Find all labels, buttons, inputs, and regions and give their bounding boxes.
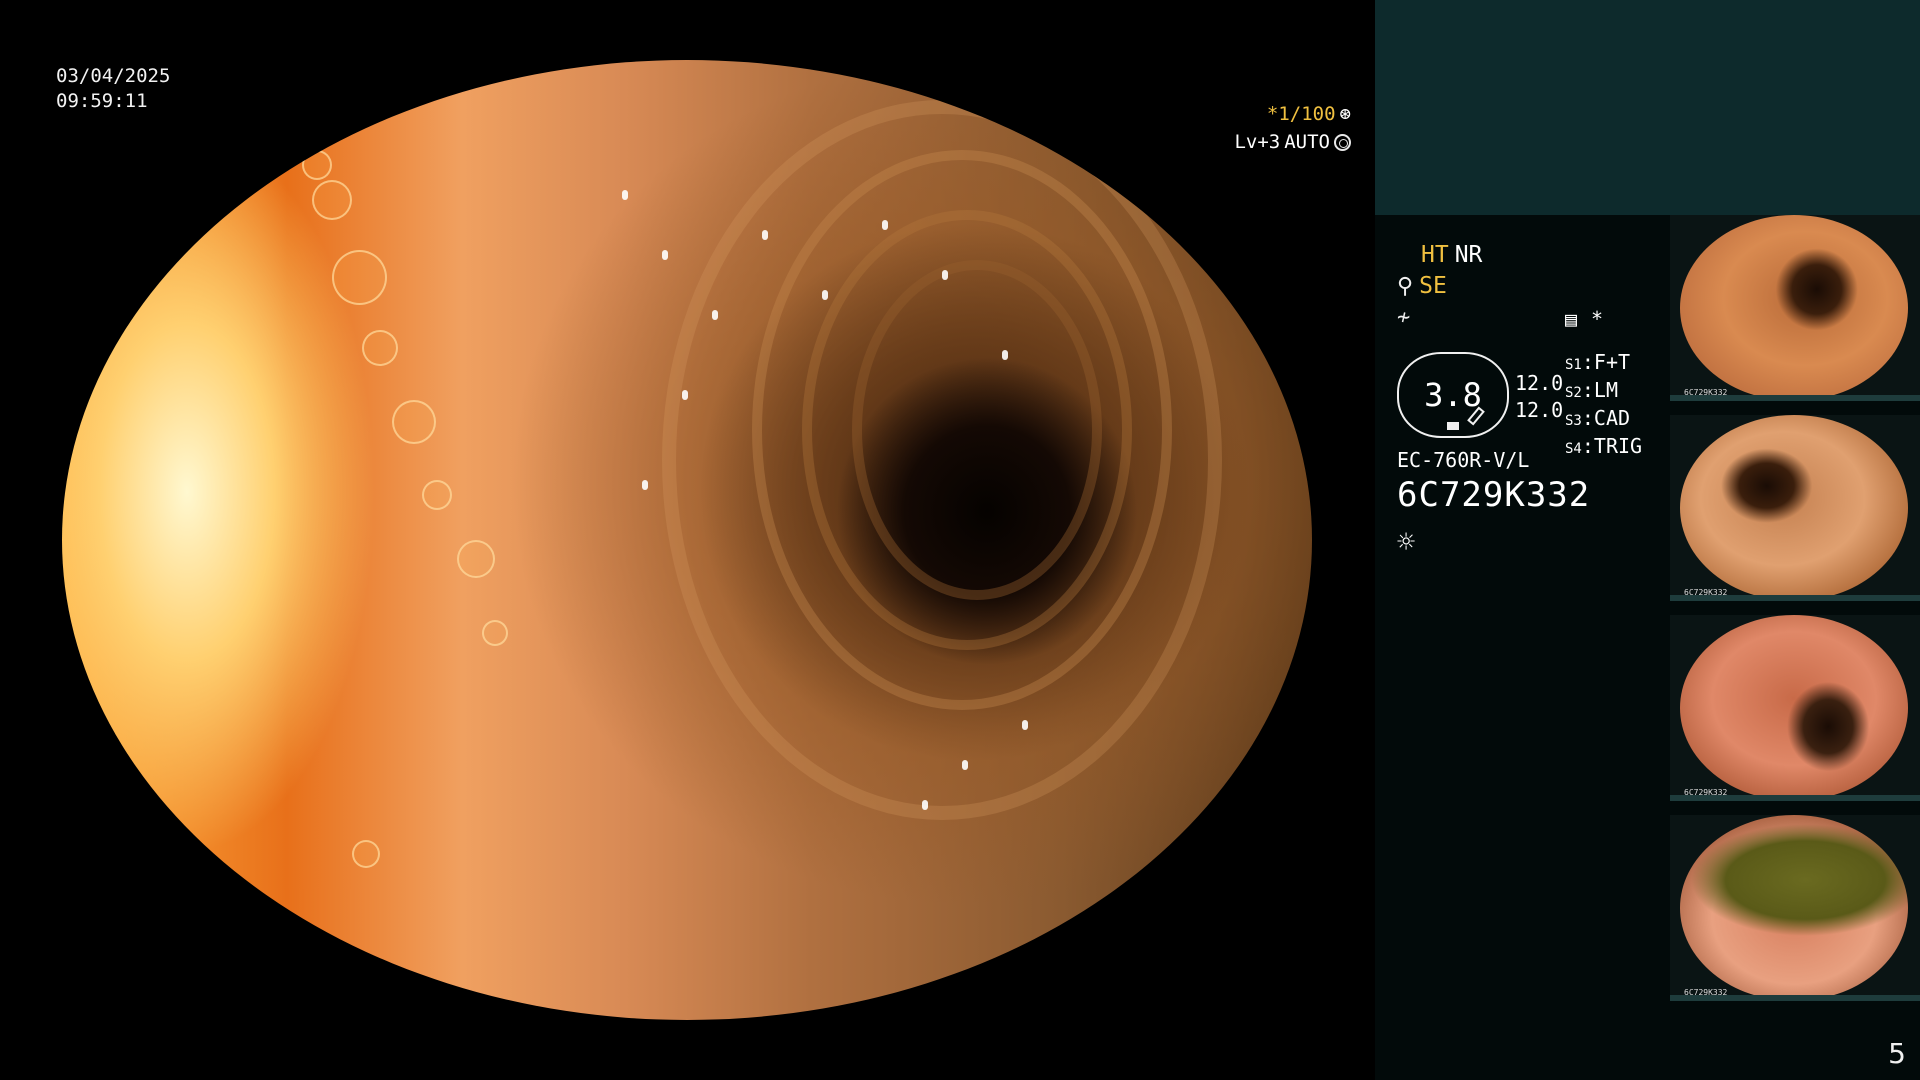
ring-icon [1334,133,1351,151]
ht-label: HT [1421,242,1449,268]
star-mark: * [1591,307,1604,331]
thumbnail-image [1680,615,1908,801]
thumbnail[interactable]: 6C729K332 [1670,215,1920,401]
mode-item: S2:LM [1565,378,1618,402]
time-text: 09:59:11 [56,90,148,112]
exposure-level: Lv+3 [1234,131,1281,153]
enhancement-value: 3.8 [1424,376,1482,414]
mode-item: S1:F+T [1565,350,1631,374]
status-icons: ▤ * [1565,307,1603,331]
side-panel: HT NR ⚲ SE ≁ ▤ * 3.8 12.0 12.0 S1:F+T S2… [1375,215,1920,1080]
signal-icon: ≁ [1397,305,1411,330]
value-1: 12.0 [1515,371,1564,395]
shutter-readout: *1/100 ⊛ Lv+3 AUTO [1234,100,1351,156]
mode-item: S3:CAD [1565,406,1631,430]
page-number: 5 [1888,1037,1906,1070]
mode-list: S1:F+T S2:LM S3:CAD S4:TRIG [1565,350,1642,462]
thumbnail-image [1680,215,1908,401]
shutter-speed: *1/100 [1266,103,1336,125]
side-panel-header [1375,0,1920,215]
nr-label: NR [1454,242,1483,268]
scope-model: EC-760R-V/L [1397,448,1530,472]
thumbnail[interactable]: 6C729K332 [1670,415,1920,601]
thumbnail[interactable]: 6C729K332 [1670,615,1920,801]
memo-icon: ▤ [1565,307,1578,331]
exposure-mode: AUTO [1284,131,1330,153]
aperture-icon: ⊛ [1339,103,1351,125]
endoscopic-image [62,60,1312,1020]
enhancement-gauge: 3.8 [1397,352,1509,438]
settings-info: HT NR ⚲ SE ≁ [1397,240,1667,333]
thumbnail-image [1680,415,1908,601]
date-text: 03/04/2025 [56,65,171,87]
thumbnail[interactable]: 6C729K332 [1670,815,1920,1001]
scope-serial: 6C729K332 [1397,475,1591,515]
value-2: 12.0 [1515,398,1564,422]
se-label: SE [1419,273,1447,299]
scope-icon: ⚲ [1397,274,1414,299]
thumbnail-strip: 6C729K332 6C729K332 6C729K332 6C729K332 [1670,215,1920,1015]
numeric-values: 12.0 12.0 [1515,370,1563,424]
sun-icon: ☼ [1397,525,1416,560]
gauge-marker [1447,422,1459,430]
thumbnail-image [1680,815,1908,1001]
mode-item: S4:TRIG [1565,434,1643,458]
datetime-readout: 03/04/2025 09:59:11 [56,64,170,114]
endoscope-view: 03/04/2025 09:59:11 *1/100 ⊛ Lv+3 AUTO [0,0,1375,1080]
